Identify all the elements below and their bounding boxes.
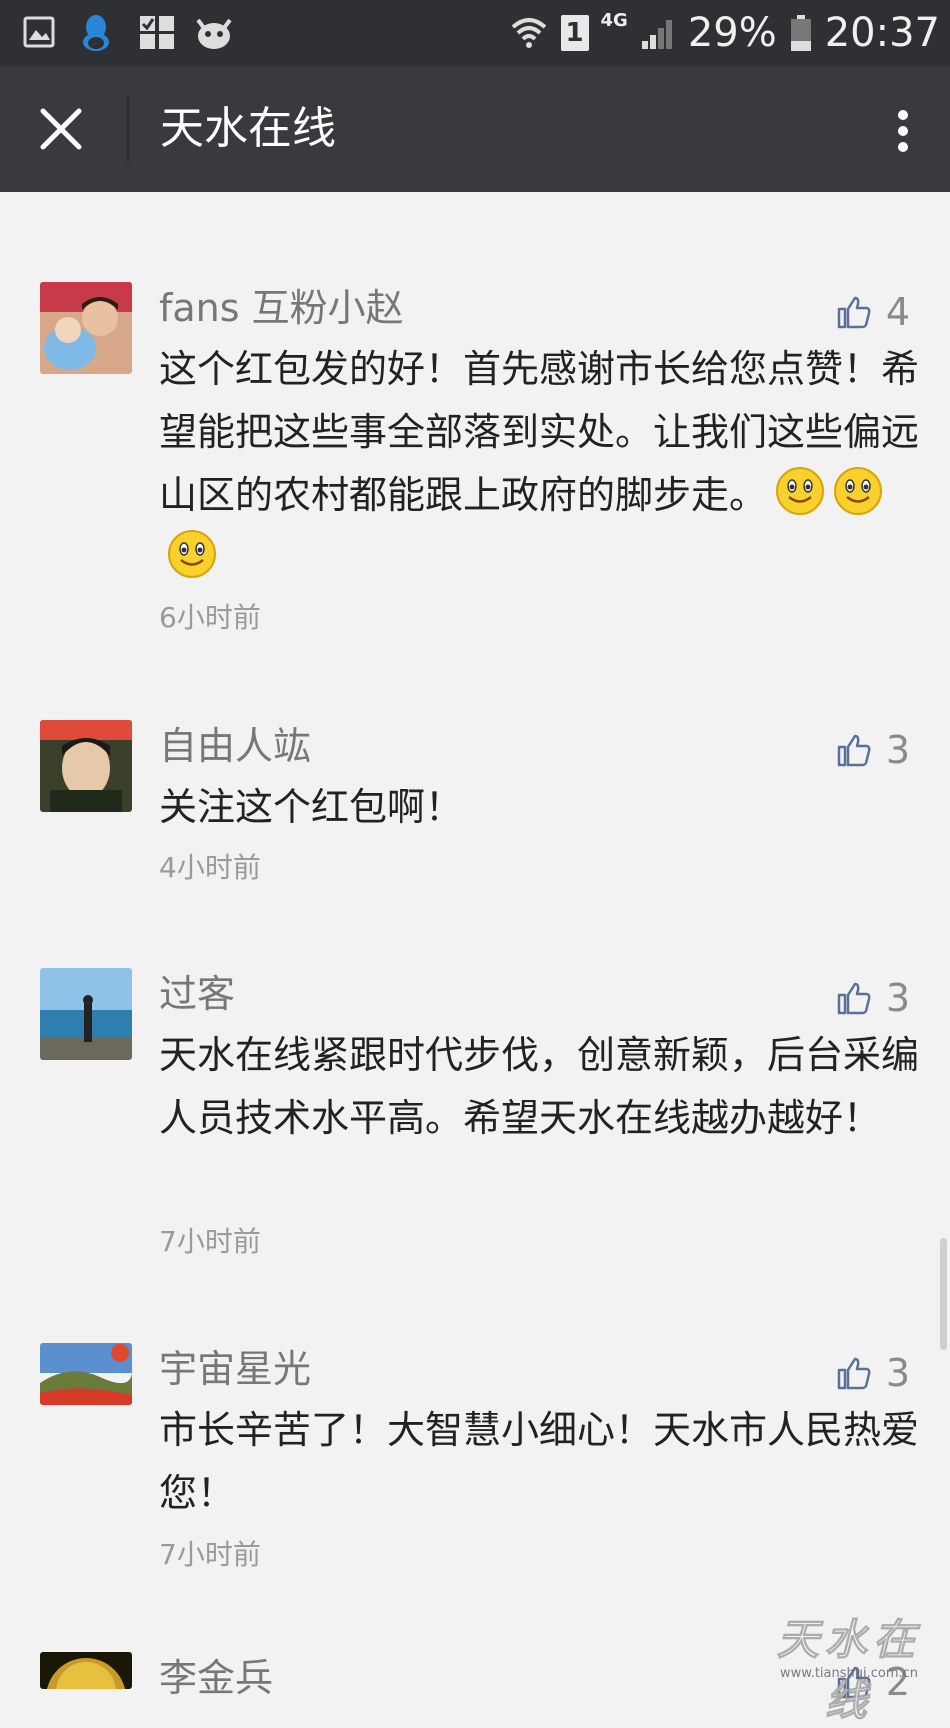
qq-icon <box>83 15 109 51</box>
avatar[interactable] <box>40 968 132 1060</box>
nickname[interactable]: 自由人竑 <box>159 720 311 772</box>
avatar[interactable] <box>40 1343 132 1405</box>
status-right: 1 4G 29% 20:37 <box>509 0 940 66</box>
title-divider <box>127 96 129 162</box>
comment-time: 4小时前 <box>159 851 261 884</box>
like-count: 3 <box>885 728 910 772</box>
title-bar: 天水在线 <box>0 66 950 192</box>
comment-time: 7小时前 <box>159 1225 261 1258</box>
comment-time: 7小时前 <box>159 1538 261 1571</box>
wifi-icon <box>511 18 546 48</box>
like-button[interactable]: 3 <box>836 972 910 1024</box>
comment-content: 这个红包发的好！首先感谢市长给您点赞！希望能把这些事全部落到实处。让我们这些偏远… <box>159 338 919 590</box>
battery-icon <box>790 15 811 51</box>
smile-emoji-icon <box>833 466 883 516</box>
like-count: 4 <box>885 290 910 334</box>
comment-content: 市长辛苦了！大智慧小细心！天水市人民热爱您！ <box>159 1408 920 1515</box>
thumbs-up-icon <box>837 734 871 767</box>
thumbs-up-icon <box>837 1357 871 1390</box>
more-vertical-icon <box>898 110 908 120</box>
page-title: 天水在线 <box>160 103 336 154</box>
comment-content: 关注这个红包啊！ <box>159 785 464 829</box>
close-icon <box>40 108 82 150</box>
thumbs-up-icon <box>837 982 871 1015</box>
nickname[interactable]: 宇宙星光 <box>159 1343 311 1395</box>
clock: 20:37 <box>824 10 940 56</box>
thumbs-up-icon <box>837 296 871 329</box>
avatar[interactable] <box>40 720 132 812</box>
avatar[interactable] <box>40 282 132 374</box>
sim-toolkit-icon <box>140 16 174 49</box>
comment-time: 6小时前 <box>159 601 261 634</box>
comment-content: 天水在线紧跟时代步伐，创意新颖，后台采编人员技术水平高。希望天水在线越办越好！ <box>159 1033 920 1140</box>
like-count: 3 <box>885 1351 910 1395</box>
avatar[interactable] <box>40 1652 132 1689</box>
like-button[interactable]: 4 <box>836 286 910 338</box>
close-button[interactable] <box>28 96 98 162</box>
watermark-url: www.tianshui.com.cn <box>779 1666 919 1681</box>
smile-emoji-icon <box>775 466 825 516</box>
network-type: 4G <box>600 10 628 31</box>
nickname[interactable]: 李金兵 <box>159 1652 273 1704</box>
status-bar: 1 4G 29% 20:37 <box>0 0 950 66</box>
like-button[interactable]: 3 <box>836 724 910 776</box>
sim-icon: 1 <box>560 15 589 51</box>
signal-icon <box>641 20 672 49</box>
gallery-icon <box>23 16 55 48</box>
like-count: 3 <box>885 976 910 1020</box>
nickname[interactable]: 过客 <box>159 968 235 1020</box>
more-button[interactable] <box>878 96 928 162</box>
like-button[interactable]: 3 <box>836 1347 910 1399</box>
more-dot <box>898 142 908 152</box>
nickname[interactable]: fans 互粉小赵 <box>159 282 404 334</box>
watermark-logo: 天水在线 www.tianshui.com.cn <box>754 1606 944 1726</box>
cow-app-icon <box>196 18 232 49</box>
smile-emoji-icon <box>167 529 217 579</box>
battery-percent: 29% <box>687 10 777 56</box>
scrollbar[interactable] <box>940 1238 947 1350</box>
more-dot <box>898 126 908 136</box>
